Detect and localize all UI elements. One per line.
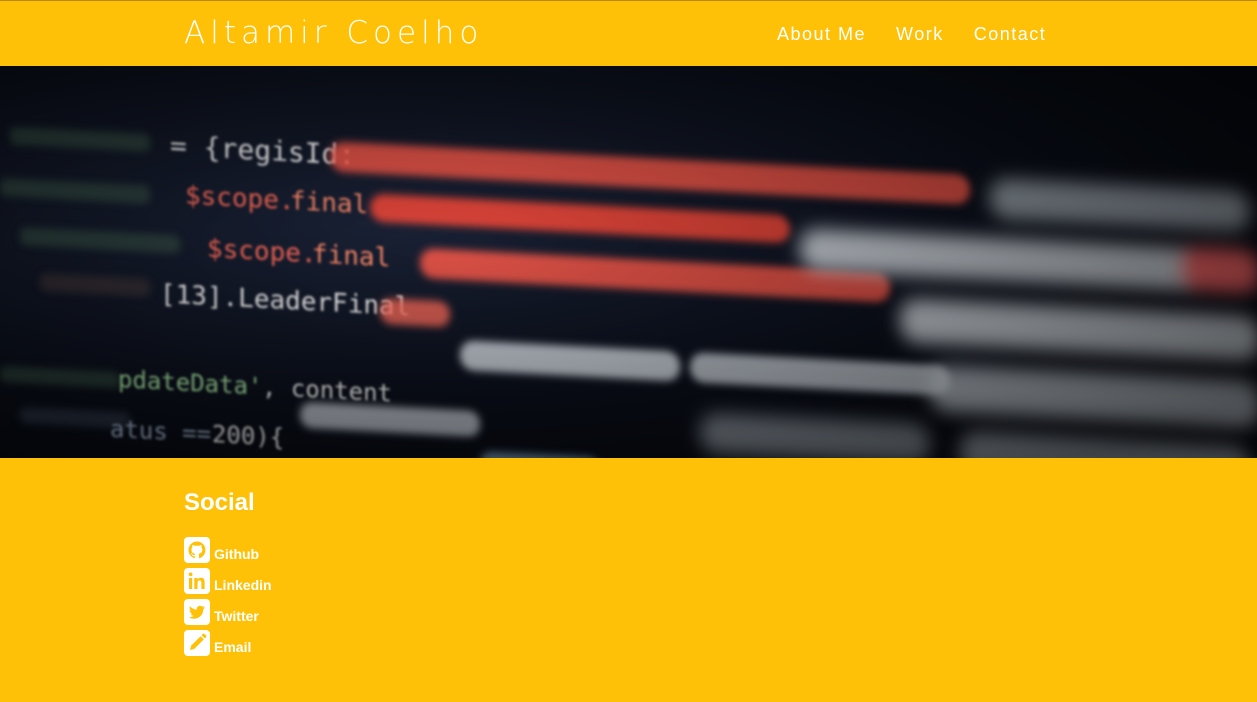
social-item-email: Email: [184, 625, 272, 656]
social-item-linkedin: Linkedin: [184, 563, 272, 594]
github-icon: [184, 537, 210, 563]
social-section: Social Github Linkedin Twitter Email: [184, 488, 272, 656]
twitter-icon: [184, 599, 210, 625]
pencil-icon: [184, 630, 210, 656]
linkedin-label: Linkedin: [214, 577, 272, 593]
hero-code-image: = {regisId: $scope. final $scope. final …: [0, 66, 1257, 458]
social-title: Social: [184, 489, 255, 516]
social-item-github: Github: [184, 532, 272, 563]
github-link[interactable]: Github: [184, 537, 259, 563]
hero-code-banner: = {regisId: $scope. final $scope. final …: [0, 66, 1257, 458]
nav-about-me[interactable]: About Me: [777, 23, 866, 45]
nav-work[interactable]: Work: [896, 23, 944, 45]
twitter-label: Twitter: [214, 608, 259, 624]
email-label: Email: [214, 639, 252, 655]
linkedin-icon: [184, 568, 210, 594]
social-item-twitter: Twitter: [184, 594, 272, 625]
email-link[interactable]: Email: [184, 630, 251, 656]
brand-link[interactable]: Altamir Coelho: [184, 15, 483, 51]
social-links-list: Github Linkedin Twitter Email: [184, 532, 272, 656]
twitter-link[interactable]: Twitter: [184, 599, 259, 625]
top-navbar: Altamir Coelho About Me Work Contact: [0, 0, 1257, 66]
linkedin-link[interactable]: Linkedin: [184, 568, 272, 594]
nav-contact[interactable]: Contact: [974, 23, 1047, 45]
main-nav: About Me Work Contact: [777, 23, 1046, 45]
github-label: Github: [214, 546, 260, 562]
